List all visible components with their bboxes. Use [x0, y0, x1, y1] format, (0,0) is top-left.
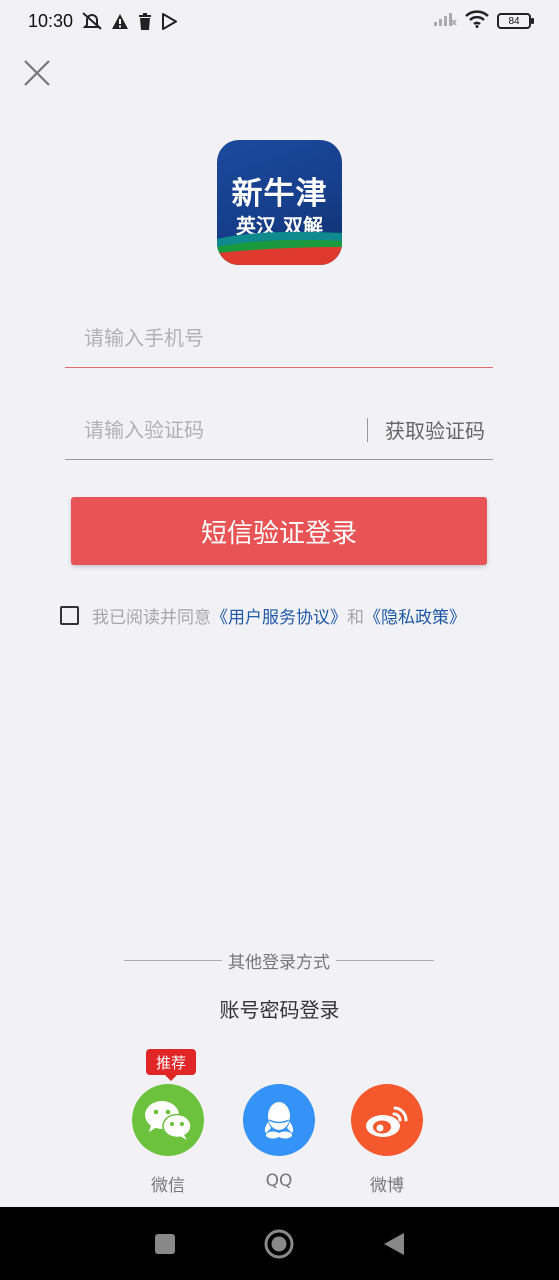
divider-right	[336, 960, 434, 961]
qq-icon	[264, 1102, 294, 1139]
mute-icon	[81, 11, 103, 31]
wifi-icon	[465, 10, 489, 32]
battery-icon: 84	[497, 13, 534, 29]
status-bar: 10:30 84	[0, 0, 559, 42]
sms-login-button[interactable]: 短信验证登录	[71, 497, 487, 565]
status-time: 10:30	[28, 10, 74, 31]
signal-icon	[433, 11, 457, 31]
weibo-label: 微博	[370, 1176, 404, 1196]
phone-input[interactable]	[65, 308, 493, 367]
agreement-checkbox[interactable]	[60, 606, 79, 625]
close-icon[interactable]	[22, 58, 52, 88]
wechat-icon	[145, 1101, 192, 1140]
logo-title: 新牛津	[231, 176, 328, 212]
terms-link[interactable]: 《用户服务协议》	[211, 603, 347, 628]
weibo-login-button[interactable]	[351, 1084, 423, 1156]
password-login-link[interactable]: 账号密码登录	[0, 994, 559, 1023]
wechat-label: 微信	[151, 1176, 185, 1196]
privacy-link[interactable]: 《隐私政策》	[364, 603, 466, 628]
agreement-row: 我已阅读并同意 《用户服务协议》 和 《隐私政策》	[60, 603, 466, 628]
other-login-label: 其他登录方式	[228, 953, 330, 973]
phone-field-row	[65, 308, 493, 368]
play-store-icon	[161, 12, 178, 30]
wechat-login-button[interactable]	[132, 1084, 204, 1156]
recommend-badge: 推荐	[146, 1049, 196, 1081]
agreement-conjunction: 和	[347, 608, 364, 628]
get-code-button[interactable]: 获取验证码	[368, 415, 493, 444]
qq-label: QQ	[265, 1171, 293, 1191]
agreement-prefix: 我已阅读并同意	[92, 608, 211, 628]
warning-icon	[111, 13, 129, 30]
other-login-title: 其他登录方式	[124, 948, 434, 973]
trash-icon	[137, 12, 153, 30]
code-field-row: 获取验证码	[65, 400, 493, 460]
logo-swoosh	[217, 231, 342, 265]
recents-icon[interactable]	[153, 1232, 177, 1256]
system-nav-bar	[0, 1207, 559, 1280]
divider-left	[124, 960, 222, 961]
qq-login-button[interactable]	[243, 1084, 315, 1156]
code-input[interactable]	[65, 400, 367, 459]
home-icon[interactable]	[263, 1228, 295, 1260]
weibo-icon	[366, 1106, 408, 1137]
back-icon[interactable]	[382, 1231, 406, 1257]
app-logo: 新牛津 英汉 双解	[217, 140, 342, 265]
